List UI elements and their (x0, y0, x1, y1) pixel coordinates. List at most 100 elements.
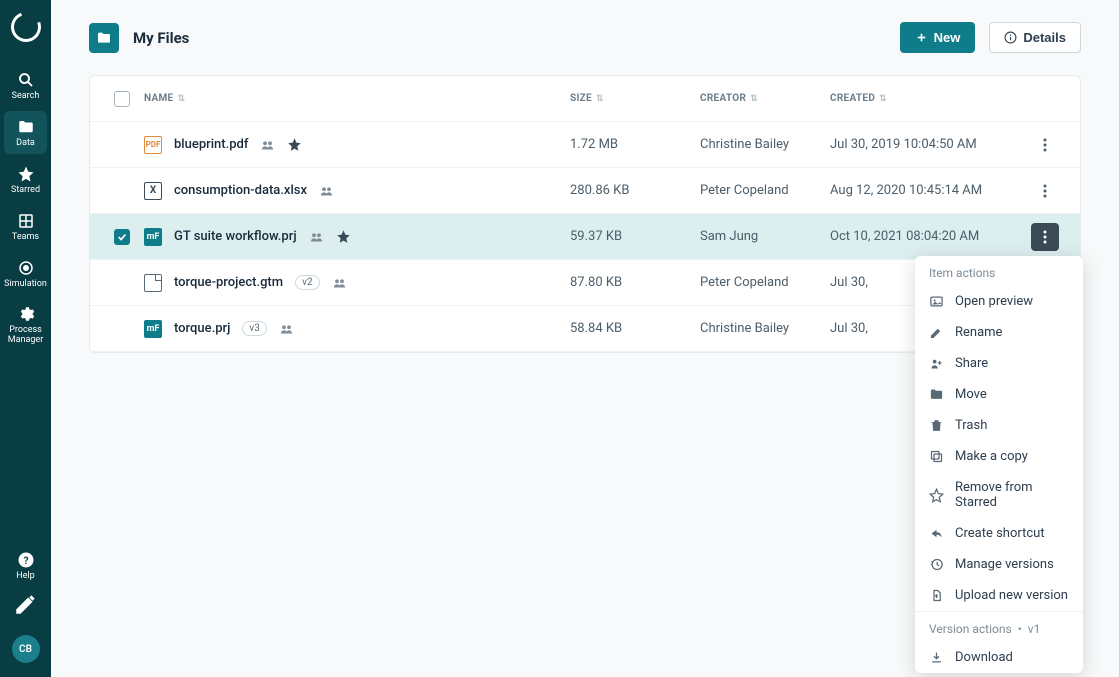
star-icon (17, 165, 35, 183)
info-icon (1004, 31, 1017, 44)
sidebar: Search Data Starred Teams Simulation Pro… (0, 0, 51, 677)
user-avatar[interactable]: CB (12, 635, 40, 663)
button-label: New (934, 30, 961, 45)
file-name[interactable]: blueprint.pdf (174, 137, 248, 152)
image-icon (929, 294, 944, 309)
sort-icon: ⇅ (879, 94, 887, 104)
column-creator[interactable]: CREATOR⇅ (700, 93, 830, 104)
sidebar-item-teams[interactable]: Teams (4, 205, 47, 248)
context-menu-version-header: Version actions•v1 (915, 611, 1083, 642)
context-menu-item-label: Share (955, 356, 988, 371)
history-icon (929, 557, 944, 572)
svg-text:?: ? (23, 556, 28, 567)
gear-icon (17, 305, 35, 323)
context-menu-item[interactable]: Share (915, 348, 1083, 379)
sidebar-item-help[interactable]: ? Help (4, 544, 47, 587)
context-menu-item[interactable]: Download (915, 642, 1083, 673)
select-all-checkbox[interactable] (114, 91, 130, 107)
name-cell: torque-project.gtmv2 (144, 274, 570, 292)
file-name[interactable]: torque-project.gtm (174, 275, 283, 290)
file-name[interactable]: GT suite workflow.prj (174, 229, 297, 244)
context-menu-item-label: Download (955, 650, 1013, 665)
context-menu-item-label: Trash (955, 418, 987, 433)
shortcut-icon (929, 526, 944, 541)
size-cell: 87.80 KB (570, 275, 700, 290)
table-header: NAME⇅ SIZE⇅ CREATOR⇅ CREATED⇅ (90, 76, 1080, 122)
details-button[interactable]: Details (989, 22, 1081, 53)
shared-icon (279, 321, 294, 336)
sidebar-item-search[interactable]: Search (4, 64, 47, 107)
app-logo (6, 7, 46, 47)
sidebar-item-starred[interactable]: Starred (4, 158, 47, 201)
name-cell: mF GT suite workflow.prj (144, 228, 570, 246)
sidebar-item-label: Search (12, 92, 40, 102)
column-created[interactable]: CREATED⇅ (830, 93, 1020, 104)
sidebar-item-simulation[interactable]: Simulation (4, 252, 47, 295)
size-cell: 58.84 KB (570, 321, 700, 336)
context-menu-item[interactable]: Remove from Starred (915, 472, 1083, 518)
context-menu-item-label: Create shortcut (955, 526, 1045, 541)
pdf-file-icon: PDF (144, 136, 162, 154)
sidebar-item-label: Process Manager (4, 326, 47, 346)
created-cell: Jul 30, 2019 10:04:50 AM (830, 137, 1020, 152)
creator-cell: Sam Jung (700, 229, 830, 244)
name-cell: mFtorque.prjv3 (144, 320, 570, 338)
context-menu-item[interactable]: Open preview (915, 286, 1083, 317)
star-icon (929, 488, 944, 503)
name-cell: Xconsumption-data.xlsx (144, 182, 570, 200)
table-row[interactable]: Xconsumption-data.xlsx280.86 KBPeter Cop… (90, 168, 1080, 214)
folder-icon (17, 118, 35, 136)
sidebar-item-data[interactable]: Data (4, 111, 47, 154)
context-menu-item-label: Manage versions (955, 557, 1054, 572)
new-button[interactable]: New (900, 22, 976, 53)
file-name[interactable]: consumption-data.xlsx (174, 183, 307, 198)
row-actions-button[interactable] (1031, 177, 1059, 205)
table-row[interactable]: PDFblueprint.pdf1.72 MBChristine BaileyJ… (90, 122, 1080, 168)
shared-icon (260, 137, 275, 152)
context-menu-item[interactable]: Upload new version (915, 580, 1083, 611)
context-menu-item-label: Make a copy (955, 449, 1028, 464)
prj-file-icon: mF (144, 320, 162, 338)
name-cell: PDF blueprint.pdf (144, 136, 570, 154)
creator-cell: Christine Bailey (700, 321, 830, 336)
trash-icon (929, 418, 944, 433)
column-size[interactable]: SIZE⇅ (570, 93, 700, 104)
sidebar-item-process-manager[interactable]: Process Manager (4, 298, 47, 351)
context-menu-item[interactable]: Make a copy (915, 441, 1083, 472)
sort-icon: ⇅ (750, 94, 758, 104)
folder-badge-icon (89, 23, 119, 53)
context-menu-item[interactable]: Trash (915, 410, 1083, 441)
creator-cell: Peter Copeland (700, 183, 830, 198)
download-icon (929, 650, 944, 665)
edit-icon[interactable] (13, 591, 39, 617)
sort-icon: ⇅ (177, 94, 185, 104)
size-cell: 280.86 KB (570, 183, 700, 198)
page-title: My Files (133, 29, 189, 47)
pencil-icon (929, 325, 944, 340)
file-name[interactable]: torque.prj (174, 321, 230, 336)
main-content: My Files New Details NAME⇅ SIZE⇅ CREATOR… (51, 0, 1119, 677)
size-cell: 59.37 KB (570, 229, 700, 244)
sidebar-item-label: Starred (11, 186, 40, 196)
table-row[interactable]: mF GT suite workflow.prj 59.37 KBSam JungO… (90, 214, 1080, 260)
context-menu-item[interactable]: Rename (915, 317, 1083, 348)
button-label: Details (1023, 30, 1066, 45)
shared-icon (319, 183, 334, 198)
context-menu-item-label: Open preview (955, 294, 1033, 309)
simulation-icon (17, 259, 35, 277)
context-menu-item-label: Rename (955, 325, 1002, 340)
created-cell: Oct 10, 2021 08:04:20 AM (830, 229, 1020, 244)
context-menu-item-label: Move (955, 387, 987, 402)
context-menu-header: Item actions (915, 256, 1083, 286)
sort-icon: ⇅ (596, 94, 604, 104)
context-menu-item[interactable]: Create shortcut (915, 518, 1083, 549)
context-menu-item[interactable]: Move (915, 379, 1083, 410)
row-actions-button[interactable] (1031, 131, 1059, 159)
context-menu: Item actions Open preview Rename Share Move… (915, 256, 1083, 673)
row-checkbox[interactable] (114, 229, 130, 245)
column-name[interactable]: NAME⇅ (144, 93, 570, 104)
context-menu-item[interactable]: Manage versions (915, 549, 1083, 580)
created-cell: Aug 12, 2020 10:45:14 AM (830, 183, 1020, 198)
prj-file-icon: mF (144, 228, 162, 246)
row-actions-button[interactable] (1031, 223, 1059, 251)
